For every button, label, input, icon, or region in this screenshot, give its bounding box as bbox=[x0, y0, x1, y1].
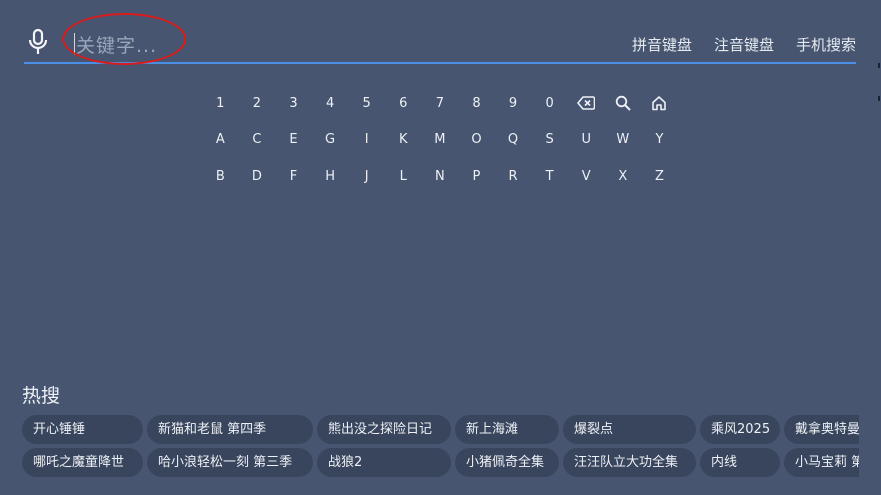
hot-search-item[interactable]: 汪汪队立大功全集 bbox=[563, 448, 696, 477]
hot-search-item[interactable]: 战狼2 bbox=[317, 448, 451, 477]
hot-search-item[interactable]: 内线 bbox=[700, 448, 780, 477]
key-3[interactable]: 3 bbox=[275, 88, 312, 118]
key-n[interactable]: N bbox=[422, 161, 459, 191]
key-b[interactable]: B bbox=[202, 161, 239, 191]
hot-search-item[interactable]: 爆裂点 bbox=[563, 415, 696, 444]
key-1[interactable]: 1 bbox=[202, 88, 239, 118]
key-g[interactable]: G bbox=[312, 125, 349, 155]
key-q[interactable]: Q bbox=[495, 125, 532, 155]
keyboard-row-letters-1: A C E G I K M O Q S U W Y bbox=[202, 125, 678, 162]
keyboard-row-letters-2: B D F H J L N P R T V X Z bbox=[202, 161, 678, 198]
key-f[interactable]: F bbox=[275, 161, 312, 191]
hot-search-item[interactable]: 小猪佩奇全集 bbox=[455, 448, 559, 477]
key-z[interactable]: Z bbox=[641, 161, 678, 191]
key-e[interactable]: E bbox=[275, 125, 312, 155]
hot-search-row-2: 哪吒之魔童降世 哈小浪轻松一刻 第三季 战狼2 小猪佩奇全集 汪汪队立大功全集 … bbox=[22, 448, 859, 477]
key-k[interactable]: K bbox=[385, 125, 422, 155]
letter-keyboard: 1 2 3 4 5 6 7 8 9 0 A C E G I K M O Q S … bbox=[202, 88, 678, 198]
home-icon[interactable] bbox=[641, 88, 678, 118]
zhuyin-keyboard-tab[interactable]: 注音键盘 bbox=[714, 34, 774, 55]
key-x[interactable]: X bbox=[605, 161, 642, 191]
key-h[interactable]: H bbox=[312, 161, 349, 191]
key-9[interactable]: 9 bbox=[495, 88, 532, 118]
hot-search-list: 开心锤锤 新猫和老鼠 第四季 熊出没之探险日记 新上海滩 爆裂点 乘风2025 … bbox=[22, 415, 859, 481]
keyboard-row-digits: 1 2 3 4 5 6 7 8 9 0 bbox=[202, 88, 678, 125]
key-l[interactable]: L bbox=[385, 161, 422, 191]
key-w[interactable]: W bbox=[605, 125, 642, 155]
pinyin-keyboard-tab[interactable]: 拼音键盘 bbox=[632, 34, 692, 55]
key-m[interactable]: M bbox=[422, 125, 459, 155]
key-i[interactable]: I bbox=[348, 125, 385, 155]
key-t[interactable]: T bbox=[531, 161, 568, 191]
edge-tick-mark bbox=[878, 96, 880, 101]
hot-search-item[interactable]: 开心锤锤 bbox=[22, 415, 143, 444]
key-y[interactable]: Y bbox=[641, 125, 678, 155]
hot-search-item[interactable]: 哪吒之魔童降世 bbox=[22, 448, 143, 477]
hot-search-item[interactable]: 戴拿奥特曼 bbox=[784, 415, 859, 444]
key-a[interactable]: A bbox=[202, 125, 239, 155]
key-u[interactable]: U bbox=[568, 125, 605, 155]
key-0[interactable]: 0 bbox=[531, 88, 568, 118]
hot-search-item[interactable]: 小马宝莉 第九季 bbox=[784, 448, 859, 477]
search-input-highlight-ring bbox=[62, 13, 186, 65]
key-5[interactable]: 5 bbox=[348, 88, 385, 118]
hot-search-heading: 热搜 bbox=[22, 385, 61, 407]
hot-search-item[interactable]: 新猫和老鼠 第四季 bbox=[147, 415, 313, 444]
key-c[interactable]: C bbox=[239, 125, 276, 155]
key-r[interactable]: R bbox=[495, 161, 532, 191]
key-2[interactable]: 2 bbox=[239, 88, 276, 118]
key-v[interactable]: V bbox=[568, 161, 605, 191]
edge-tick-mark bbox=[878, 63, 880, 68]
keyboard-mode-switcher: 拼音键盘 注音键盘 手机搜索 bbox=[632, 34, 856, 55]
key-j[interactable]: J bbox=[348, 161, 385, 191]
hot-search-item[interactable]: 哈小浪轻松一刻 第三季 bbox=[147, 448, 313, 477]
key-d[interactable]: D bbox=[239, 161, 276, 191]
phone-search-tab[interactable]: 手机搜索 bbox=[796, 34, 856, 55]
key-p[interactable]: P bbox=[458, 161, 495, 191]
hot-search-item[interactable]: 乘风2025 bbox=[700, 415, 780, 444]
microphone-icon[interactable] bbox=[26, 28, 50, 56]
key-8[interactable]: 8 bbox=[458, 88, 495, 118]
key-o[interactable]: O bbox=[458, 125, 495, 155]
key-s[interactable]: S bbox=[531, 125, 568, 155]
key-7[interactable]: 7 bbox=[422, 88, 459, 118]
search-icon[interactable] bbox=[605, 88, 642, 118]
backspace-icon[interactable] bbox=[568, 88, 605, 118]
key-4[interactable]: 4 bbox=[312, 88, 349, 118]
hot-search-item[interactable]: 新上海滩 bbox=[455, 415, 559, 444]
key-6[interactable]: 6 bbox=[385, 88, 422, 118]
hot-search-item[interactable]: 熊出没之探险日记 bbox=[317, 415, 451, 444]
hot-search-row-1: 开心锤锤 新猫和老鼠 第四季 熊出没之探险日记 新上海滩 爆裂点 乘风2025 … bbox=[22, 415, 859, 444]
